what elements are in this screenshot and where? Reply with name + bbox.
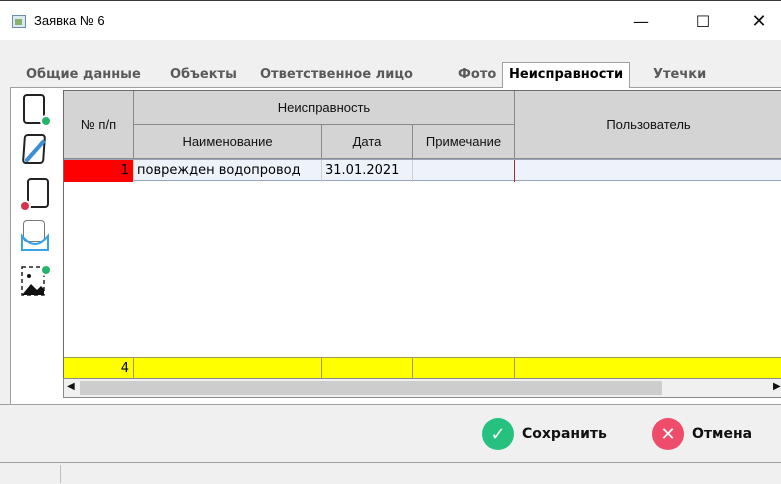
- maximize-button[interactable]: ☐: [680, 1, 726, 41]
- save-label: Сохранить: [522, 426, 607, 442]
- header-fault-group: Неисправность: [134, 91, 515, 125]
- row-num-cell[interactable]: 1: [64, 160, 134, 182]
- title-bar: Заявка № 6 — ☐ ✕: [0, 0, 781, 40]
- summary-date: [322, 358, 413, 380]
- action-bar: ✓ Сохранить ✕ Отмена: [0, 404, 781, 462]
- document-mail-icon[interactable]: [19, 218, 51, 254]
- table-row[interactable]: 1 поврежден водопровод 31.01.2021: [64, 159, 781, 182]
- tab-leaks[interactable]: Утечки: [653, 66, 706, 88]
- summary-row: 4: [64, 357, 781, 380]
- header-note[interactable]: Примечание: [413, 125, 515, 159]
- summary-name: [134, 358, 322, 380]
- side-toolbar: [13, 90, 55, 400]
- status-bar: [0, 462, 781, 484]
- tab-objects[interactable]: Объекты: [170, 66, 237, 88]
- cancel-button[interactable]: ✕ Отмена: [652, 418, 752, 450]
- add-image-icon[interactable]: [19, 264, 52, 300]
- window-title: Заявка № 6: [34, 13, 105, 28]
- edit-document-icon[interactable]: [19, 132, 51, 168]
- scroll-thumb[interactable]: [80, 381, 662, 395]
- tab-general[interactable]: Общие данные: [26, 66, 141, 88]
- save-button[interactable]: ✓ Сохранить: [482, 418, 607, 450]
- row-name-cell[interactable]: поврежден водопровод: [134, 160, 322, 182]
- delete-document-icon[interactable]: [19, 176, 51, 212]
- header-name[interactable]: Наименование: [134, 125, 322, 159]
- faults-panel: № п/п Неисправность Наименование Дата Пр…: [10, 88, 781, 404]
- row-note-cell[interactable]: [413, 160, 515, 182]
- app-icon: [12, 15, 26, 28]
- summary-user: [515, 358, 781, 380]
- header-user[interactable]: Пользователь: [515, 91, 781, 159]
- close-button[interactable]: ✕: [736, 1, 781, 41]
- row-date-cell[interactable]: 31.01.2021: [322, 160, 413, 182]
- scroll-left-icon[interactable]: ◀: [67, 381, 75, 392]
- check-icon: ✓: [482, 418, 514, 450]
- header-num[interactable]: № п/п: [64, 91, 134, 159]
- summary-count: 4: [64, 358, 134, 380]
- status-separator: [60, 465, 61, 483]
- minimize-button[interactable]: —: [618, 1, 664, 41]
- tab-responsible[interactable]: Ответственное лицо: [260, 66, 413, 88]
- row-user-cell[interactable]: [515, 160, 781, 182]
- tab-photo[interactable]: Фото: [458, 66, 496, 88]
- cancel-label: Отмена: [692, 426, 753, 442]
- tab-strip: Общие данные Объекты Ответственное лицо …: [10, 62, 781, 89]
- cross-icon: ✕: [652, 418, 684, 450]
- scroll-right-icon[interactable]: ▶: [773, 381, 781, 392]
- add-document-icon[interactable]: [19, 92, 52, 128]
- faults-table: № п/п Неисправность Наименование Дата Пр…: [63, 90, 781, 380]
- header-date[interactable]: Дата: [322, 125, 413, 159]
- horizontal-scrollbar[interactable]: ◀ ▶: [63, 378, 781, 398]
- summary-note: [413, 358, 515, 380]
- tab-faults[interactable]: Неисправности: [502, 62, 631, 89]
